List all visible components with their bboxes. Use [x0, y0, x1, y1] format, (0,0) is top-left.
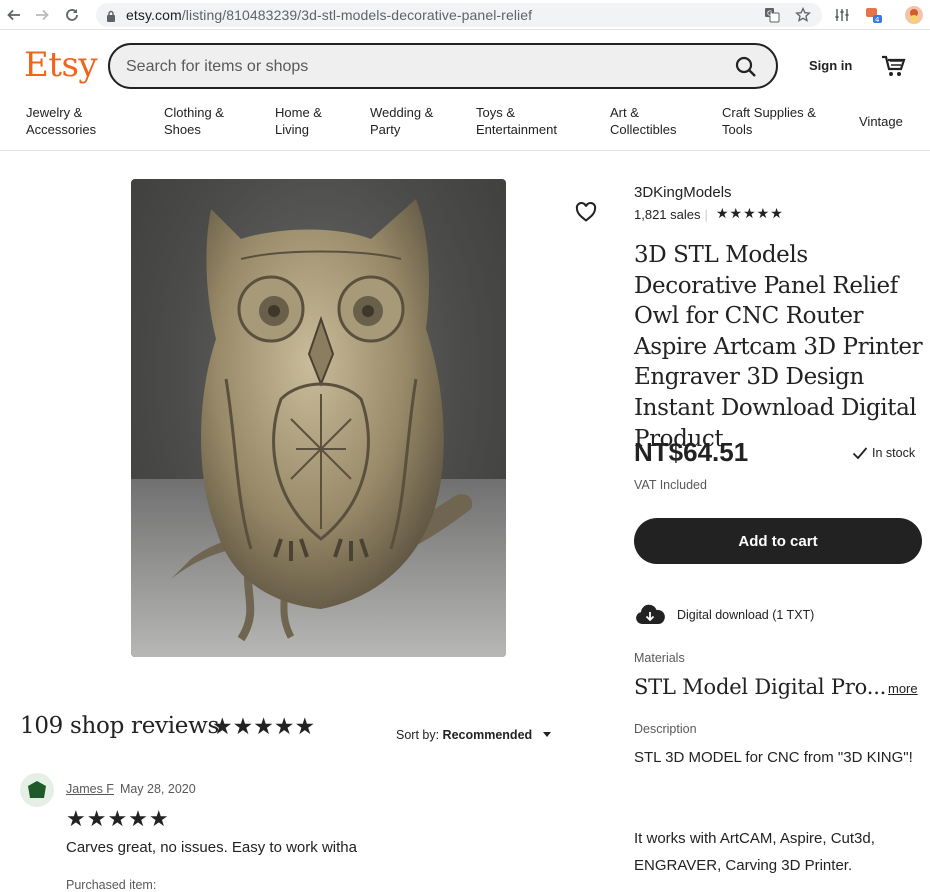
materials-value: STL Model Digital Pro... [634, 675, 887, 699]
category-craft[interactable]: Craft Supplies & Tools [722, 104, 816, 138]
cart-icon[interactable] [880, 53, 906, 79]
description-paragraph-1: STL 3D MODEL for CNC from "3D KING"! [634, 749, 913, 766]
category-vintage[interactable]: Vintage [859, 113, 903, 130]
bookmark-star-icon[interactable] [793, 5, 813, 25]
category-clothing[interactable]: Clothing & Shoes [164, 104, 224, 138]
browser-toolbar: etsy.com/listing/810483239/3d-stl-models… [0, 0, 930, 30]
profile-avatar-icon[interactable] [904, 5, 924, 25]
listing-title: 3D STL Models Decorative Panel Relief Ow… [634, 242, 923, 452]
svg-text:G: G [767, 10, 772, 18]
avatar[interactable] [20, 773, 54, 807]
search-bar [108, 43, 778, 89]
category-toys[interactable]: Toys & Entertainment [476, 104, 557, 138]
category-jewelry[interactable]: Jewelry & Accessories [26, 104, 96, 138]
review-meta: James F May 28, 2020 [66, 782, 196, 796]
address-bar[interactable]: etsy.com/listing/810483239/3d-stl-models… [96, 3, 822, 27]
vat-note: VAT Included [634, 478, 707, 492]
stock-status: In stock [852, 446, 915, 463]
checkmark-icon [852, 446, 868, 463]
materials-label: Materials [634, 651, 685, 665]
more-link[interactable]: more [888, 681, 918, 696]
owl-relief-image [171, 199, 473, 642]
etsy-logo[interactable]: Etsy [24, 45, 98, 85]
favorite-heart-icon[interactable] [574, 200, 598, 224]
reviews-rating-stars: ★★★★★ [212, 713, 316, 739]
reload-icon[interactable] [62, 5, 82, 25]
shop-name-link[interactable]: 3DKingModels [634, 184, 732, 201]
extension-badge-icon[interactable]: 4 [864, 5, 884, 25]
reviews-heading: 109 shop reviews [20, 713, 219, 739]
price: NT$64.51 [634, 437, 749, 467]
sign-in-link[interactable]: Sign in [809, 58, 852, 73]
reviewer-name-link[interactable]: James F [66, 782, 114, 796]
lock-icon [106, 9, 116, 27]
category-home[interactable]: Home & Living [275, 104, 322, 138]
translate-icon[interactable]: G [762, 5, 782, 25]
search-icon[interactable] [734, 55, 758, 79]
back-arrow-icon[interactable] [4, 5, 24, 25]
equalizer-extension-icon[interactable] [832, 5, 852, 25]
sales-count: 1,821 sales | [634, 207, 708, 222]
sort-dropdown[interactable]: Sort by: Recommended [396, 727, 552, 742]
listing-image[interactable] [131, 179, 506, 657]
category-art[interactable]: Art & Collectibles [610, 104, 676, 138]
search-input[interactable] [126, 55, 706, 79]
svg-text:4: 4 [875, 16, 880, 24]
description-label: Description [634, 722, 697, 736]
review-text: Carves great, no issues. Easy to work wi… [66, 839, 357, 856]
category-nav: Jewelry & Accessories Clothing & Shoes Hom… [0, 102, 930, 151]
review-stars: ★★★★★ [66, 806, 170, 831]
forward-arrow-icon[interactable] [32, 5, 52, 25]
review-date: May 28, 2020 [119, 782, 196, 796]
caret-down-icon [542, 727, 552, 741]
add-to-cart-button[interactable]: Add to cart [634, 518, 922, 564]
category-wedding[interactable]: Wedding & Party [370, 104, 433, 138]
description-paragraph-2: It works with ArtCAM, Aspire, Cut3d, ENG… [634, 830, 875, 874]
shop-rating-stars[interactable]: ★★★★★ [716, 205, 784, 222]
url-text: etsy.com/listing/810483239/3d-stl-models… [126, 7, 533, 23]
cloud-download-icon [634, 604, 666, 631]
purchased-item-label: Purchased item: [66, 878, 157, 892]
